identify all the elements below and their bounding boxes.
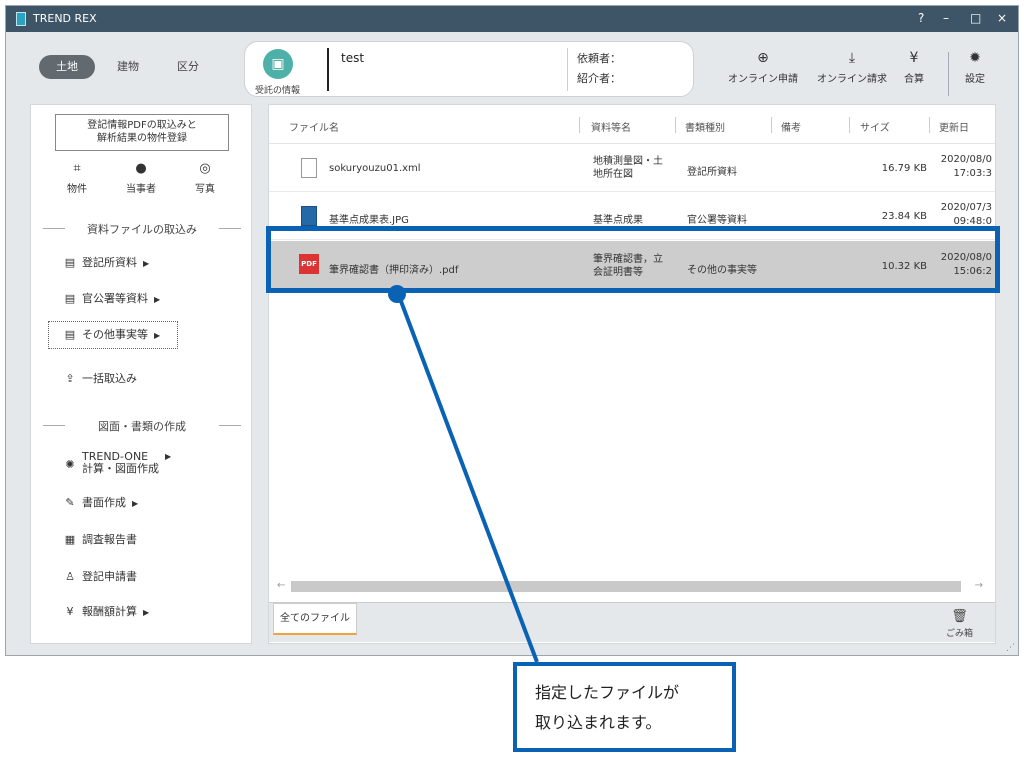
callout-text-line1: 指定したファイルが xyxy=(535,683,680,702)
callout-anchor-dot xyxy=(388,285,406,303)
callout-box: 指定したファイルが 取り込まれます。 xyxy=(513,662,736,752)
callout-leader-line xyxy=(397,295,539,663)
callout-text-line2: 取り込まれます。 xyxy=(535,713,662,732)
